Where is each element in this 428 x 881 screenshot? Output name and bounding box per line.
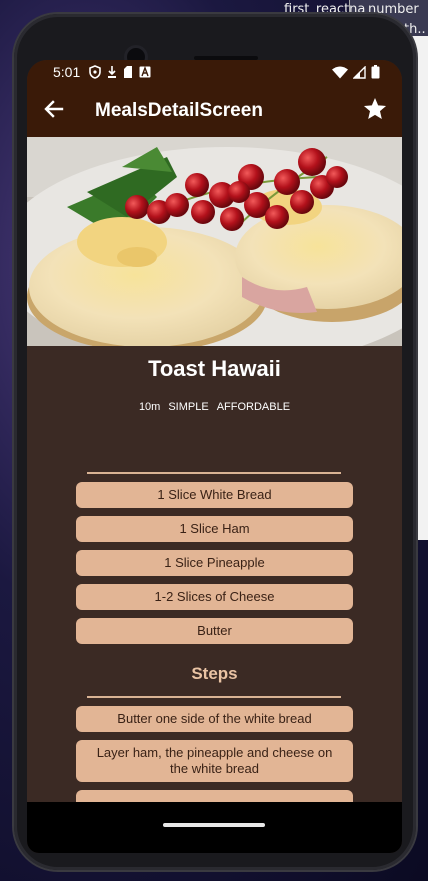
wifi-icon (332, 66, 348, 78)
meal-details: 10m SIMPLE AFFORDABLE (27, 401, 402, 413)
arrow-left-icon[interactable] (43, 98, 65, 120)
ingredient-item: Butter (76, 618, 353, 644)
signal-icon (353, 65, 366, 79)
ingredient-item: 1-2 Slices of Cheese (76, 584, 353, 610)
ingredient-item: 1 Slice White Bread (76, 482, 353, 508)
meal-affordability: AFFORDABLE (216, 401, 291, 413)
shield-icon (89, 65, 101, 79)
steps-divider (87, 696, 341, 698)
phone-screen: 5:01 MealsDetailScreen Toast Hawaii 10m … (27, 60, 402, 853)
step-item: Butter one side of the white bread (76, 706, 353, 732)
a-icon (139, 66, 151, 78)
meal-title: Toast Hawaii (148, 356, 281, 381)
ingredient-item: 1 Slice Ham (76, 516, 353, 542)
meal-complexity: SIMPLE (168, 401, 209, 413)
sim-icon (124, 66, 132, 78)
download-icon (108, 66, 116, 78)
status-bar: 5:01 (27, 60, 402, 84)
step-item: Layer ham, the pineapple and cheese on t… (76, 740, 353, 782)
meal-image (27, 137, 402, 346)
battery-icon (371, 65, 380, 79)
ingredient-item: 1 Slice Pineapple (76, 550, 353, 576)
status-time: 5:01 (53, 64, 81, 80)
star-icon[interactable] (362, 96, 388, 122)
app-bar: MealsDetailScreen (27, 84, 402, 137)
home-gesture-handle[interactable] (163, 823, 265, 827)
steps-heading: Steps (191, 664, 238, 683)
navigation-bar (27, 802, 402, 853)
ingredients-divider (87, 472, 341, 474)
meal-duration: 10m (138, 401, 161, 413)
page-title: MealsDetailScreen (95, 100, 263, 121)
